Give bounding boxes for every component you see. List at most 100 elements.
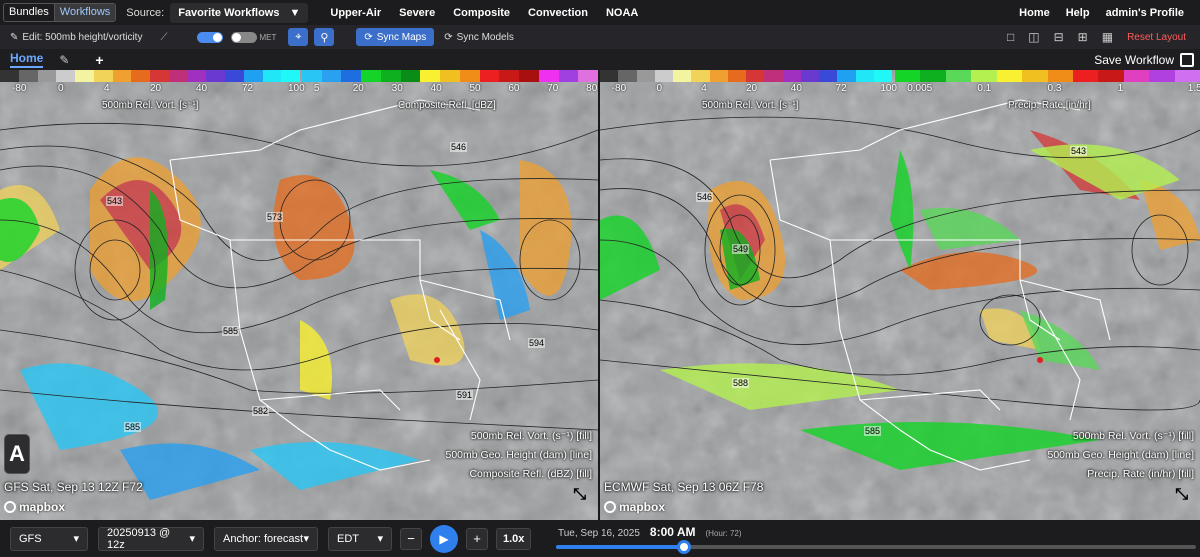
- nav-home[interactable]: Home: [1019, 7, 1050, 19]
- legend-reflectivity[interactable]: Composite Refl. (dBZ) [fill]: [446, 465, 592, 484]
- current-clock: 8:00 AM: [649, 525, 696, 539]
- edit-workflow[interactable]: ✎ Edit: 500mb height/vorticity: [10, 32, 142, 43]
- colorbar-swatch: [673, 70, 692, 82]
- panel-label-a[interactable]: A: [4, 434, 30, 474]
- height-label: 588: [732, 378, 750, 388]
- location-marker[interactable]: [434, 357, 440, 363]
- nav-severe[interactable]: Severe: [399, 7, 435, 19]
- nav-noaa[interactable]: NOAA: [606, 7, 638, 19]
- nav-upper-air[interactable]: Upper-Air: [330, 7, 381, 19]
- model-select[interactable]: GFS ▾: [10, 526, 88, 551]
- tab-home[interactable]: Home: [10, 51, 44, 68]
- timeline-track[interactable]: [556, 540, 1196, 554]
- nav-composite[interactable]: Composite: [453, 7, 510, 19]
- legend-vorticity[interactable]: 500mb Rel. Vort. (s⁻¹) [fill]: [446, 427, 592, 446]
- colorbar-swatch: [1174, 70, 1200, 82]
- layout-horizontal-split-icon[interactable]: ⊟: [1054, 30, 1064, 44]
- layout-grid-icon[interactable]: ▦: [1102, 30, 1113, 44]
- legend-precip[interactable]: Precip. Rate (in/hr) [fill]: [1048, 465, 1194, 484]
- resize-icon[interactable]: ⤡: [573, 486, 586, 504]
- legend-height[interactable]: 500mb Geo. Height (dam) [line]: [446, 446, 593, 465]
- colorbar-precip-ticks: 0.005 0.1 0.3 1 1.5: [895, 83, 1200, 95]
- layout-vertical-split-icon[interactable]: ◫: [1028, 30, 1039, 44]
- mapbox-logo: mapbox: [604, 500, 665, 514]
- colorbar-swatch: [37, 70, 57, 82]
- height-label: 543: [1070, 146, 1088, 156]
- map-panel-ecmwf[interactable]: -80 0 4 20 40 72 100 0.005 0.1 0.3 1 1.5 500mb Rel…: [600, 70, 1200, 520]
- chart-icon[interactable]: ⟋: [160, 32, 167, 43]
- colorbar-tick-label: 40: [430, 83, 442, 94]
- colorbar-swatch: [764, 70, 783, 82]
- colorbar-tick-label: 72: [835, 83, 847, 94]
- colorbar-swatch: [558, 70, 579, 82]
- colorbar-swatch: [654, 70, 673, 82]
- colorbar-swatch: [996, 70, 1023, 82]
- colorbar-swatch: [302, 70, 322, 82]
- anchor-select[interactable]: Anchor: forecast ▾: [214, 526, 318, 551]
- colorbar-swatch: [150, 70, 169, 82]
- timeline-handle[interactable]: [677, 540, 691, 554]
- save-workflow-button[interactable]: Save Workflow: [1094, 52, 1194, 67]
- colorbar-swatch: [636, 70, 655, 82]
- source-select[interactable]: Favorite Workflows ▼: [170, 2, 309, 23]
- sync-models-button[interactable]: ⟳ Sync Models: [444, 32, 514, 43]
- colorbar-tick-label: 1: [1117, 83, 1124, 94]
- colorbar-swatch: [187, 70, 207, 82]
- add-tab-button[interactable]: +: [95, 52, 103, 68]
- colorbar-tick-label: 80: [586, 83, 598, 94]
- profile-menu[interactable]: admin's Profile: [1106, 7, 1184, 19]
- map-panel-gfs[interactable]: -80 0 4 20 40 72 100 5 20 30 40 50 60 70 80 500mb Rel…: [0, 70, 598, 520]
- colorbar-tick-label: 30: [391, 83, 403, 94]
- layout-single-icon[interactable]: □: [1007, 30, 1014, 44]
- nav-help[interactable]: Help: [1066, 7, 1090, 19]
- workspace-tabs: Home ✎ + Save Workflow: [0, 49, 1200, 70]
- colorbar-tick-label: 0.005: [907, 83, 933, 94]
- caret-down-icon: ▾: [73, 533, 79, 545]
- colorbar-swatch: [1047, 70, 1073, 82]
- met-switch: [231, 31, 258, 43]
- legend-height[interactable]: 500mb Geo. Height (dam) [line]: [1048, 446, 1195, 465]
- colorbar-tick-label: 0: [58, 83, 64, 94]
- sync-models-label: Sync Models: [456, 31, 514, 43]
- step-back-button[interactable]: −: [400, 527, 422, 550]
- colorbar-tick-label: 0.3: [1047, 83, 1062, 94]
- reset-layout-button[interactable]: Reset Layout: [1127, 32, 1186, 43]
- layout-quad-icon[interactable]: ⊞: [1078, 30, 1088, 44]
- play-button[interactable]: ▶: [430, 524, 458, 553]
- crosshair-icon[interactable]: ⌖: [288, 28, 309, 46]
- legend-vorticity[interactable]: 500mb Rel. Vort. (s⁻¹) [fill]: [1048, 427, 1194, 446]
- colorbar-swatch: [746, 70, 765, 82]
- sync-maps-button[interactable]: ⟳ Sync Maps: [356, 28, 435, 46]
- current-time: Tue, Sep 16, 2025 8:00 AM (Hour: 72): [558, 525, 742, 539]
- step-forward-button[interactable]: +: [466, 527, 488, 550]
- mapbox-text: mapbox: [619, 500, 666, 514]
- location-pin-icon[interactable]: ⚲: [314, 28, 335, 46]
- sync-icon: ⟳: [364, 31, 373, 43]
- play-icon: ▶: [439, 531, 449, 546]
- colorbar-swatch: [361, 70, 381, 82]
- colorbar-tick-label: 60: [508, 83, 520, 94]
- toggle-switch-1[interactable]: [197, 31, 224, 43]
- run-value: 20250913 @ 12z: [107, 526, 171, 551]
- met-toggle[interactable]: MET: [231, 31, 276, 43]
- colorbar-reflectivity-title: Composite Refl. [dBZ]: [398, 100, 496, 111]
- timezone-value: EDT: [337, 532, 359, 545]
- timezone-select[interactable]: EDT ▾: [328, 526, 392, 551]
- height-label: 591: [456, 390, 474, 400]
- resize-icon[interactable]: ⤡: [1175, 486, 1188, 504]
- workflows-tab[interactable]: Workflows: [53, 4, 116, 21]
- location-marker[interactable]: [1037, 357, 1043, 363]
- bundles-workflows-toggle[interactable]: Bundles Workflows: [3, 3, 117, 22]
- colorbar-tick-label: -80: [611, 83, 627, 94]
- model-value: GFS: [19, 532, 42, 545]
- run-select[interactable]: 20250913 @ 12z ▾: [98, 526, 204, 551]
- colorbar-vorticity: [600, 70, 892, 82]
- colorbar-swatch: [499, 70, 520, 82]
- colorbar-swatch: [75, 70, 94, 82]
- speed-button[interactable]: 1.0x: [496, 527, 532, 550]
- rename-pencil-icon[interactable]: ✎: [59, 53, 69, 67]
- colorbar-swatch: [782, 70, 801, 82]
- colorbar-vorticity-ticks: -80 0 4 20 40 72 100: [0, 83, 305, 95]
- bundles-tab[interactable]: Bundles: [4, 4, 54, 21]
- nav-convection[interactable]: Convection: [528, 7, 588, 19]
